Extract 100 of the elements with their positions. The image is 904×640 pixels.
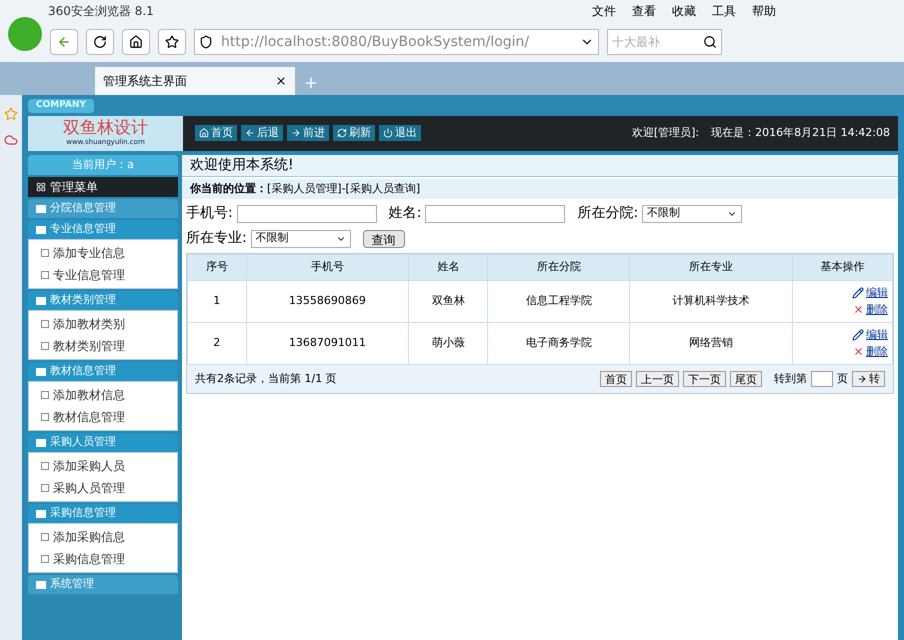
table-cell: 1: [188, 280, 246, 322]
search-button[interactable]: 查询: [362, 230, 405, 248]
page-icon: [41, 342, 49, 350]
panel-icon: [36, 438, 46, 446]
submenu-item[interactable]: 添加教材类别: [29, 313, 177, 335]
table-cell: 13558690869: [246, 280, 409, 322]
browser-logo-icon: [8, 17, 42, 51]
edit-link[interactable]: 编辑: [852, 285, 888, 302]
company-label: COMPANY: [28, 99, 94, 112]
arrow-left-icon: [245, 128, 255, 138]
delete-link[interactable]: 删除: [853, 344, 888, 360]
table-cell: 计算机科学技术: [630, 280, 792, 322]
refresh-icon: [337, 128, 347, 138]
submenu-item[interactable]: 添加教材信息: [29, 384, 177, 406]
table-cell: 信息工程学院: [488, 280, 630, 322]
page-icon: [41, 320, 49, 328]
location-bar: 你当前的位置：[采购人员管理]-[采购人员查询]: [182, 179, 898, 199]
submenu-item[interactable]: 采购信息管理: [29, 548, 177, 570]
panel-icon: [36, 510, 46, 518]
page-icon: [41, 555, 49, 563]
column-header: 姓名: [408, 254, 488, 280]
star-icon[interactable]: [4, 107, 18, 121]
page-icon: [41, 484, 49, 492]
refresh-button[interactable]: [86, 29, 114, 55]
address-text: http://localhost:8080/BuyBookSystem/login/: [221, 32, 530, 52]
shield-icon: [199, 35, 213, 49]
column-header: 基本操作: [792, 254, 892, 280]
pencil-icon: [852, 329, 864, 342]
page-icon: [41, 271, 49, 279]
current-user-header: 当前用户：a: [28, 155, 178, 175]
panel-icon: [36, 226, 46, 234]
panel-icon: [36, 368, 46, 376]
welcome-banner: 欢迎使用本系统!: [182, 155, 898, 177]
page-label: 页: [837, 370, 848, 387]
filter-label: 所在分院:: [577, 204, 638, 223]
column-header: 所在分院: [488, 254, 630, 280]
menu-item[interactable]: 文件: [592, 2, 616, 20]
home-icon: [199, 128, 209, 138]
browser-tab[interactable]: 管理系统主界面: [95, 67, 295, 95]
nav-button[interactable]: 后退: [241, 125, 283, 142]
grid-icon: [36, 182, 46, 192]
new-tab-icon[interactable]: [303, 75, 319, 91]
submenu-item[interactable]: 教材信息管理: [29, 406, 177, 428]
nav-button[interactable]: 退出: [379, 125, 421, 142]
menu-item[interactable]: 帮助: [752, 2, 776, 20]
pager-button[interactable]: 尾页: [730, 371, 762, 387]
page-icon: [41, 391, 49, 399]
nav-button[interactable]: 前进: [287, 125, 329, 142]
record-summary: 共有2条记录，当前第 1/1 页: [195, 370, 337, 387]
welcome-text: 欢迎[管理员]:: [632, 125, 700, 141]
page-input[interactable]: [811, 371, 833, 387]
nav-button[interactable]: 刷新: [333, 125, 375, 142]
refresh-icon: [93, 35, 107, 49]
submenu-item[interactable]: 专业信息管理: [29, 264, 177, 286]
pager-button[interactable]: 下一页: [683, 371, 726, 387]
column-header: 所在专业: [630, 254, 792, 280]
star-icon: [165, 35, 179, 49]
menu-item[interactable]: 收藏: [672, 2, 696, 20]
browser-title: 360安全浏览器 8.1: [48, 3, 154, 20]
page-icon: [41, 462, 49, 470]
pager-button[interactable]: 上一页: [636, 371, 679, 387]
arrow-right-icon: [291, 128, 301, 138]
input-field[interactable]: [425, 204, 566, 222]
power-icon: [383, 128, 393, 138]
edit-link[interactable]: 编辑: [852, 327, 888, 344]
go-button[interactable]: 转: [852, 371, 885, 387]
delete-icon: [853, 304, 864, 316]
close-icon[interactable]: [275, 75, 287, 87]
datetime-text: 现在是：2016年8月21日 14:42:08: [711, 125, 890, 141]
submenu-item[interactable]: 添加采购人员: [29, 455, 177, 477]
menu-item[interactable]: 工具: [712, 2, 736, 20]
pencil-icon: [852, 287, 864, 300]
page-icon: [41, 249, 49, 257]
goto-label: 转到第: [774, 370, 807, 387]
pager-button[interactable]: 首页: [600, 371, 632, 387]
filter-label: 所在专业:: [186, 229, 247, 248]
address-bar[interactable]: http://localhost:8080/BuyBookSystem/login/: [194, 29, 599, 55]
submenu-item[interactable]: 添加采购信息: [29, 526, 177, 548]
back-button[interactable]: [50, 29, 78, 55]
select-field[interactable]: 不限制: [250, 230, 351, 248]
nav-button[interactable]: 首页: [195, 125, 237, 142]
submenu-item[interactable]: 教材类别管理: [29, 335, 177, 357]
input-field[interactable]: [236, 204, 377, 222]
panel-icon: [36, 580, 46, 588]
submenu-item[interactable]: 添加专业信息: [29, 242, 177, 264]
page-icon: [41, 533, 49, 541]
favorite-button[interactable]: [158, 29, 186, 55]
column-header: 手机号: [246, 254, 409, 280]
home-button[interactable]: [122, 29, 150, 55]
menu-title: 管理菜单: [28, 177, 178, 197]
page-icon: [41, 413, 49, 421]
panel-icon: [36, 296, 46, 304]
delete-link[interactable]: 删除: [853, 302, 888, 318]
home-icon: [129, 35, 143, 49]
cloud-icon[interactable]: [4, 133, 18, 147]
filter-label: 姓名:: [388, 204, 422, 223]
select-field[interactable]: 不限制: [642, 204, 742, 222]
submenu-item[interactable]: 采购人员管理: [29, 477, 177, 499]
menu-item[interactable]: 查看: [632, 2, 656, 20]
search-icon: [703, 35, 717, 49]
